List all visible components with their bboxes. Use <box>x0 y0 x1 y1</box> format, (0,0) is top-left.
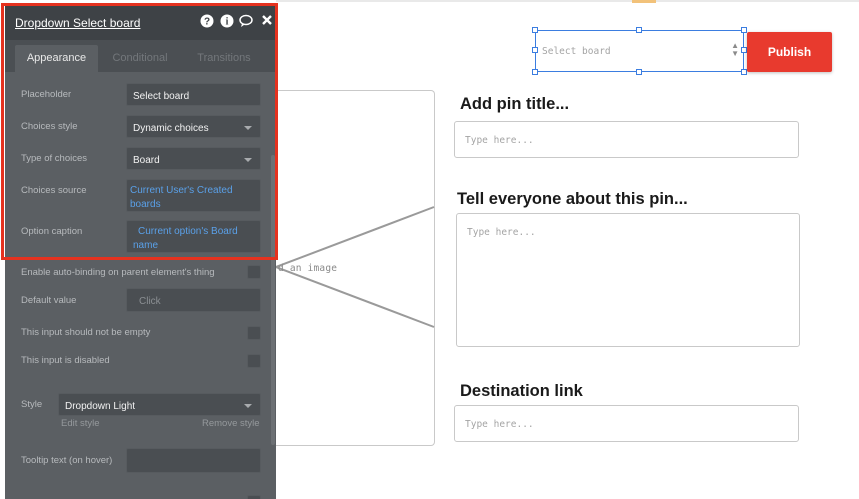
chevron-down-icon <box>244 126 252 130</box>
resize-handle[interactable] <box>636 69 642 75</box>
pin-description-placeholder: Type here... <box>467 227 536 238</box>
panel-title[interactable]: Dropdown Select board <box>15 16 140 30</box>
help-icon[interactable]: ? <box>200 14 214 28</box>
choices-source-line-1: Current User's Created <box>130 185 233 196</box>
style-value: Dropdown Light <box>65 401 136 412</box>
choices-style-label: Choices style <box>21 121 78 132</box>
resize-handle[interactable] <box>532 27 538 33</box>
choices-source-value: Current User's Created boards <box>130 184 233 212</box>
destination-placeholder: Type here... <box>465 419 534 430</box>
resize-handle[interactable] <box>532 69 538 75</box>
type-of-choices-select[interactable]: Board <box>126 147 261 170</box>
svg-text:i: i <box>226 17 229 28</box>
panel-header: Dropdown Select board ? i <box>5 5 276 40</box>
option-caption-value: Current option's Board name <box>133 225 238 253</box>
canvas-top-edge <box>276 0 859 2</box>
default-value-label: Default value <box>21 295 77 306</box>
choices-source-expression[interactable]: Current User's Created boards <box>126 179 261 212</box>
pin-title-placeholder: Type here... <box>465 135 534 146</box>
panel-tabs: Appearance Conditional Transitions <box>5 40 276 72</box>
destination-input[interactable]: Type here... <box>454 405 799 442</box>
board-dropdown-placeholder: Select board <box>542 46 611 57</box>
placeholder-input[interactable]: Select board <box>126 83 261 106</box>
disabled-checkbox[interactable] <box>247 354 261 368</box>
type-of-choices-label: Type of choices <box>21 153 88 164</box>
publish-button[interactable]: Publish <box>747 32 832 72</box>
tooltip-input[interactable] <box>126 448 261 473</box>
destination-heading: Destination link <box>460 382 583 400</box>
close-icon[interactable] <box>260 14 274 28</box>
tooltip-label: Tooltip text (on hover) <box>21 455 113 466</box>
default-value-placeholder: Click <box>139 296 161 307</box>
auto-binding-checkbox[interactable] <box>247 265 261 279</box>
option-caption-line-2: name <box>133 240 159 251</box>
pin-title-heading: Add pin title... <box>460 95 570 113</box>
auto-binding-label: Enable auto-binding on parent element's … <box>21 267 215 278</box>
tab-transitions[interactable]: Transitions <box>188 45 260 72</box>
tab-conditional[interactable]: Conditional <box>103 45 177 72</box>
default-value-input[interactable]: Click <box>126 288 261 312</box>
style-label: Style <box>21 399 43 410</box>
style-select[interactable]: Dropdown Light <box>58 393 261 416</box>
pin-description-heading: Tell everyone about this pin... <box>457 190 688 208</box>
option-caption-label: Option caption <box>21 226 83 237</box>
pin-title-input[interactable]: Type here... <box>454 121 799 158</box>
resize-handle[interactable] <box>741 27 747 33</box>
next-row-checkbox[interactable] <box>247 495 261 499</box>
info-icon[interactable]: i <box>220 14 234 28</box>
not-empty-checkbox[interactable] <box>247 326 261 340</box>
image-uploader-label: d an image <box>278 263 338 274</box>
type-of-choices-value: Board <box>133 155 160 166</box>
choices-style-value: Dynamic choices <box>133 123 209 134</box>
option-caption-expression[interactable]: Current option's Board name <box>126 220 261 253</box>
choices-style-select[interactable]: Dynamic choices <box>126 115 261 138</box>
chevron-down-icon <box>244 158 252 162</box>
canvas-top-marker <box>632 0 656 3</box>
option-caption-line-1: Current option's Board <box>138 226 238 237</box>
svg-text:?: ? <box>204 17 210 28</box>
tab-appearance[interactable]: Appearance <box>15 45 98 72</box>
placeholder-value: Select board <box>133 91 190 102</box>
dropdown-arrows-icon: ▲ ▼ <box>731 41 739 58</box>
choices-source-label: Choices source <box>21 185 87 196</box>
choices-source-line-2: boards <box>130 199 161 210</box>
pin-description-input[interactable]: Type here... <box>456 213 800 347</box>
chevron-down-icon <box>244 404 252 408</box>
resize-handle[interactable] <box>532 47 538 53</box>
board-dropdown[interactable]: Select board ▲ ▼ <box>535 30 744 72</box>
remove-style-link[interactable]: Remove style <box>202 418 260 429</box>
placeholder-label: Placeholder <box>21 89 72 100</box>
edit-style-link[interactable]: Edit style <box>61 418 100 429</box>
property-editor-panel: Dropdown Select board ? i Appearance Con… <box>5 5 276 499</box>
resize-handle[interactable] <box>636 27 642 33</box>
not-empty-label: This input should not be empty <box>21 327 151 338</box>
panel-scrollbar[interactable] <box>271 155 275 445</box>
disabled-label: This input is disabled <box>21 355 110 366</box>
comment-icon[interactable] <box>239 14 253 28</box>
